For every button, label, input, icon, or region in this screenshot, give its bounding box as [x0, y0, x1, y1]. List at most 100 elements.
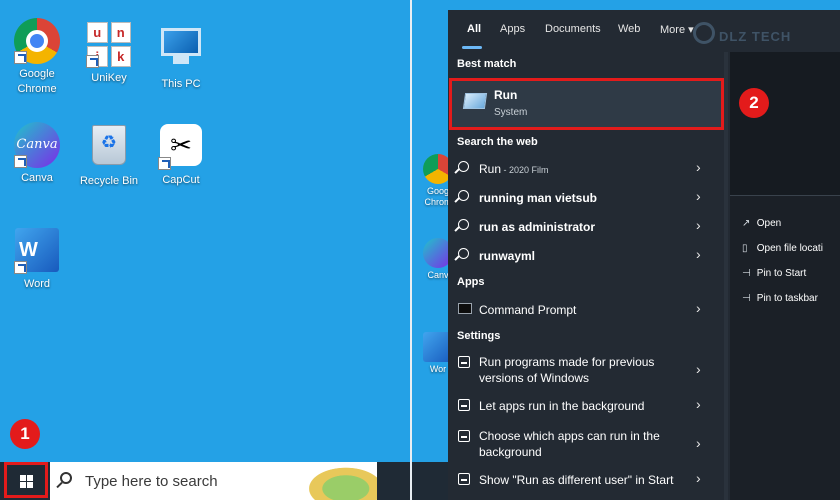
settings-result-item[interactable]: Run programs made for previous versions …	[448, 350, 730, 388]
desktop-icon-capcut[interactable]: ✂ CapCut	[146, 122, 216, 188]
details-pane: ↗ Open ▯ Open file locati ⊣ Pin to Start…	[730, 52, 840, 500]
settings-result-text: Choose which apps can run in the backgro…	[479, 429, 660, 459]
start-button[interactable]	[4, 462, 48, 498]
capcut-icon: ✂	[158, 124, 204, 170]
action-pin-to-taskbar[interactable]: ⊣ Pin to taskbar	[742, 293, 818, 304]
shortcut-arrow-icon	[14, 51, 27, 64]
chrome-icon	[14, 18, 60, 64]
watermark-logo: DLZ TECH	[693, 22, 791, 44]
word-icon: W	[14, 228, 60, 274]
best-match-run[interactable]: Run System	[449, 78, 724, 130]
settings-result-text: Show "Run as different user" in Start	[479, 473, 674, 487]
settings-result-item[interactable]: Show "Run as different user" in Start ›	[448, 468, 730, 492]
settings-page-icon	[458, 356, 470, 368]
action-pin-to-start[interactable]: ⊣ Pin to Start	[742, 268, 806, 279]
windows-logo-icon	[20, 475, 33, 488]
tab-all[interactable]: All	[467, 23, 481, 35]
web-result-item[interactable]: Run - 2020 Film ›	[448, 156, 730, 182]
pin-icon: ⊣	[742, 293, 751, 304]
tab-more[interactable]: More ▾	[660, 23, 694, 36]
settings-page-icon	[458, 430, 470, 442]
app-result-command-prompt[interactable]: Command Prompt ›	[448, 297, 730, 323]
chevron-right-icon: ›	[696, 159, 701, 175]
unikey-key: k	[110, 46, 131, 67]
settings-result-item[interactable]: Choose which apps can run in the backgro…	[448, 424, 730, 462]
search-icon	[458, 248, 469, 259]
details-preview	[730, 52, 840, 196]
section-settings: Settings	[457, 330, 501, 342]
desktop-icon-canva[interactable]: Canva Canva	[2, 122, 72, 186]
desktop-icon-label: Google Chrome	[17, 68, 57, 95]
tab-web[interactable]: Web	[618, 23, 640, 35]
unikey-key: u	[87, 22, 108, 43]
open-icon: ↗	[742, 218, 751, 229]
step-badge-1: 1	[10, 419, 40, 449]
tab-apps[interactable]: Apps	[500, 23, 525, 35]
web-result-item[interactable]: run as administrator ›	[448, 214, 730, 240]
search-tabs: All Apps Documents Web More ▾ DLZ TECH	[448, 10, 840, 52]
chevron-right-icon: ›	[696, 396, 701, 412]
start-search-panel: All Apps Documents Web More ▾ DLZ TECH B…	[448, 10, 840, 500]
web-result-item[interactable]: runwayml ›	[448, 243, 730, 269]
shortcut-arrow-icon	[86, 55, 99, 68]
app-result-text: Command Prompt	[479, 303, 577, 317]
action-open-file-location[interactable]: ▯ Open file locati	[742, 243, 823, 254]
section-best-match: Best match	[457, 58, 517, 70]
chevron-right-icon: ›	[696, 217, 701, 233]
tab-documents[interactable]: Documents	[545, 23, 601, 35]
chevron-right-icon: ›	[696, 188, 701, 204]
canva-icon: Canva	[14, 122, 60, 168]
search-placeholder: Type here to search	[85, 473, 218, 490]
settings-result-item[interactable]: Let apps run in the background ›	[448, 394, 730, 418]
pin-icon: ⊣	[742, 268, 751, 279]
search-icon	[458, 190, 469, 201]
section-apps: Apps	[457, 276, 485, 288]
settings-result-text: Run programs made for previous versions …	[479, 355, 655, 385]
unikey-icon: u n i k	[86, 22, 132, 68]
desktop-icon-label: Recycle Bin	[79, 175, 139, 187]
search-icon	[60, 472, 72, 484]
chevron-right-icon: ›	[696, 361, 701, 377]
web-result-suffix: - 2020 Film	[501, 165, 549, 175]
settings-page-icon	[458, 399, 470, 411]
web-result-text: runwayml	[479, 249, 536, 263]
step-badge-2: 2	[739, 88, 769, 118]
shortcut-arrow-icon	[14, 261, 27, 274]
desktop-icon-chrome[interactable]: Google Chrome	[2, 18, 72, 97]
run-dialog-icon	[462, 93, 488, 109]
action-label: Open	[756, 218, 782, 229]
action-open[interactable]: ↗ Open	[742, 218, 781, 229]
desktop-icon-label: This PC	[161, 78, 201, 90]
action-label: Pin to taskbar	[756, 293, 818, 304]
web-result-item[interactable]: running man vietsub ›	[448, 185, 730, 211]
desktop-icon-recycle-bin[interactable]: Recycle Bin	[74, 122, 144, 189]
web-result-text: running man vietsub	[479, 191, 598, 205]
search-results: Best match Run System Search the web Run…	[448, 52, 730, 500]
unikey-key: n	[110, 22, 131, 43]
active-tab-indicator	[462, 46, 482, 49]
taskbar-search-box[interactable]: Type here to search	[50, 462, 377, 500]
web-result-text: Run	[479, 162, 502, 176]
chevron-right-icon: ›	[696, 246, 701, 262]
desktop-icon-word[interactable]: W Word	[2, 228, 72, 292]
action-label: Open file locati	[756, 243, 823, 254]
desktop-icon-this-pc[interactable]: This PC	[146, 22, 216, 92]
recycle-bin-icon	[86, 125, 132, 171]
command-prompt-icon	[458, 303, 472, 314]
settings-result-text: Let apps run in the background	[479, 399, 645, 413]
best-match-title: Run	[494, 88, 518, 102]
file-icon: ▯	[742, 243, 748, 254]
desktop-icon-label: Word	[23, 278, 51, 290]
desktop-left: Google Chrome u n i k UniKey This PC Can…	[0, 0, 410, 500]
desktop-icon-label: CapCut	[162, 174, 200, 186]
results-scrollbar[interactable]	[724, 52, 728, 500]
web-result-text: run as administrator	[479, 220, 596, 234]
desktop-icon-label: Canva	[21, 172, 53, 184]
chevron-right-icon: ›	[696, 470, 701, 486]
section-search-web: Search the web	[457, 136, 538, 148]
chevron-right-icon: ›	[696, 300, 701, 316]
best-match-subtitle: System	[494, 107, 528, 118]
desktop-icon-unikey[interactable]: u n i k UniKey	[74, 22, 144, 86]
desktop-icon-label: UniKey	[91, 72, 127, 84]
search-highlight-illustration-icon	[299, 462, 377, 500]
